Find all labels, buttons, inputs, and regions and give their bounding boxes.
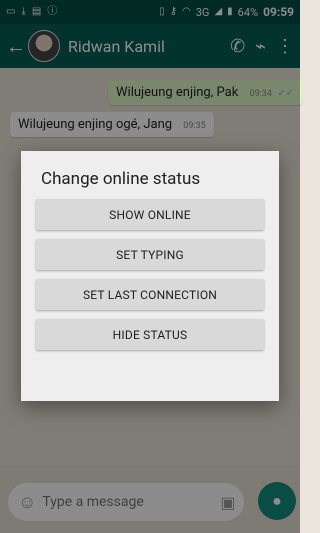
dialog-title: Change online status <box>41 169 201 189</box>
set-typing-button[interactable]: SET TYPING <box>36 239 264 270</box>
hide-status-button[interactable]: HIDE STATUS <box>36 319 264 350</box>
change-status-dialog: Change online status SHOW ONLINE SET TYP… <box>21 151 279 401</box>
set-last-connection-button[interactable]: SET LAST CONNECTION <box>36 279 264 310</box>
show-online-button[interactable]: SHOW ONLINE <box>36 199 264 230</box>
